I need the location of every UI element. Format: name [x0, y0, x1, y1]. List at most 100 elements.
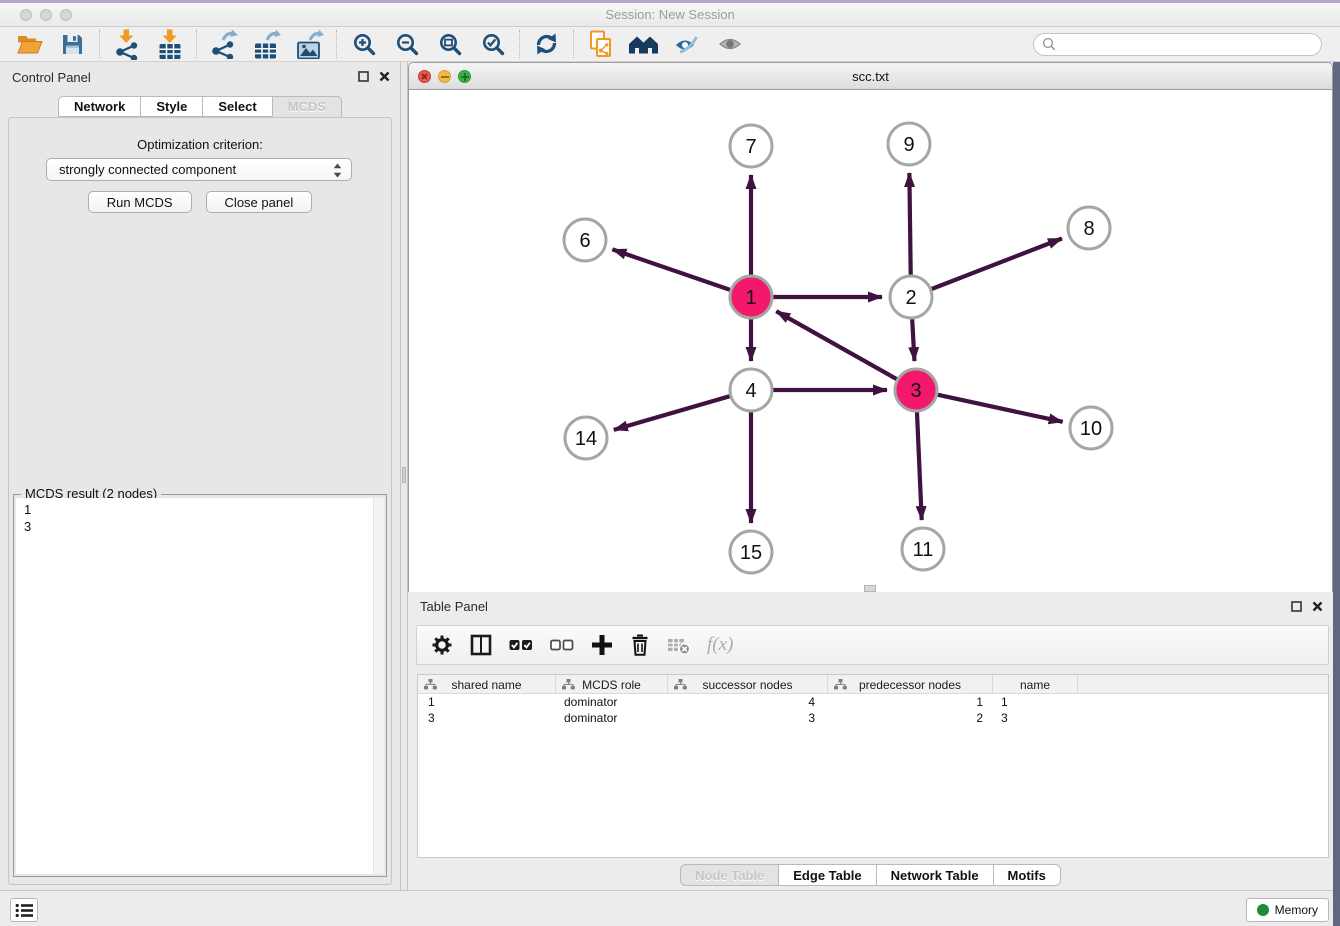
zoom-out-button[interactable] — [385, 28, 428, 60]
node-1[interactable]: 1 — [730, 276, 772, 318]
column-header-predecessor-nodes[interactable]: predecessor nodes — [828, 675, 993, 694]
save-session-button[interactable] — [51, 28, 94, 60]
run-mcds-button[interactable]: Run MCDS — [88, 191, 192, 213]
open-session-button[interactable] — [8, 28, 51, 60]
svg-text:6: 6 — [579, 230, 590, 252]
deselect-all-columns-button[interactable] — [550, 636, 574, 654]
home-button[interactable] — [622, 28, 665, 60]
table-body: 1dominator4113dominator323 — [418, 694, 1328, 726]
column-header-successor-nodes[interactable]: successor nodes — [668, 675, 828, 694]
mcds-result-box: MCDS result (2 nodes) 13 — [13, 494, 387, 877]
svg-text:3: 3 — [910, 380, 921, 402]
toolbar-separator — [573, 30, 574, 58]
table-cell: 3 — [418, 710, 556, 726]
node-6[interactable]: 6 — [564, 219, 606, 261]
zoom-selected-button[interactable] — [471, 28, 514, 60]
refresh-icon — [534, 32, 559, 56]
edge-4-14[interactable] — [614, 395, 733, 430]
show-eye-icon — [718, 35, 742, 53]
table-settings-button[interactable] — [431, 634, 453, 656]
tab-style[interactable]: Style — [140, 96, 203, 117]
table-cell: dominator — [556, 694, 668, 710]
add-column-button[interactable] — [591, 634, 613, 656]
criterion-dropdown[interactable]: strongly connected component — [46, 158, 352, 181]
tab-mcds[interactable]: MCDS — [272, 96, 342, 117]
delete-table-button[interactable] — [667, 635, 690, 655]
node-11[interactable]: 11 — [902, 528, 944, 570]
edge-2-3[interactable] — [912, 316, 914, 361]
zoom-fit-button[interactable] — [428, 28, 471, 60]
tab-edge-table[interactable]: Edge Table — [778, 864, 876, 886]
table-row[interactable]: 3dominator323 — [418, 710, 1328, 726]
column-header-shared-name[interactable]: shared name — [418, 675, 556, 694]
mcds-result-area[interactable]: 13 — [16, 498, 384, 874]
select-all-columns-button[interactable] — [509, 636, 533, 654]
import-network-button[interactable] — [105, 28, 148, 60]
close-panel-icon[interactable] — [379, 71, 390, 82]
edge-3-1[interactable] — [776, 311, 899, 380]
edge-2-9[interactable] — [909, 173, 910, 278]
column-header-name[interactable]: name — [993, 675, 1078, 694]
network-window-title: scc.txt — [409, 69, 1332, 84]
edge-1-6[interactable] — [612, 249, 733, 290]
node-10[interactable]: 10 — [1070, 407, 1112, 449]
toolbar-separator — [336, 30, 337, 58]
panel-splitter[interactable] — [400, 62, 408, 890]
close-panel-button[interactable]: Close panel — [206, 191, 313, 213]
node-4[interactable]: 4 — [730, 369, 772, 411]
edge-3-11[interactable] — [917, 409, 922, 520]
result-scrollbar[interactable] — [373, 498, 384, 874]
tab-node-table[interactable]: Node Table — [680, 864, 779, 886]
tab-motifs[interactable]: Motifs — [993, 864, 1061, 886]
task-history-button[interactable] — [10, 898, 38, 922]
network-window-titlebar[interactable]: scc.txt — [408, 62, 1333, 90]
table-panel-title: Table Panel — [420, 599, 488, 614]
canvas-splitter-handle[interactable] — [864, 585, 876, 592]
edge-3-10[interactable] — [935, 394, 1063, 422]
node-15[interactable]: 15 — [730, 531, 772, 573]
splitter-handle-icon[interactable] — [402, 467, 406, 483]
hide-selected-button[interactable] — [665, 28, 708, 60]
new-network-from-selection-button[interactable] — [579, 28, 622, 60]
node-2[interactable]: 2 — [890, 276, 932, 318]
import-table-icon — [157, 29, 183, 60]
tree-icon — [674, 679, 687, 693]
refresh-button[interactable] — [525, 28, 568, 60]
tree-icon — [834, 679, 847, 693]
search-input[interactable] — [1033, 33, 1322, 56]
tab-network[interactable]: Network — [58, 96, 141, 117]
edge-2-8[interactable] — [929, 238, 1062, 290]
control-panel-tabs: NetworkStyleSelectMCDS — [0, 96, 400, 117]
tab-select[interactable]: Select — [202, 96, 272, 117]
memory-button[interactable]: Memory — [1246, 898, 1329, 922]
network-graph: 7 9 6 8 1 2 4 3 14 10 15 11 — [409, 90, 1332, 592]
zoom-in-icon — [352, 32, 376, 56]
node-9[interactable]: 9 — [888, 123, 930, 165]
node-14[interactable]: 14 — [565, 417, 607, 459]
table-cell: 1 — [828, 694, 993, 710]
function-builder-button[interactable]: f(x) — [707, 634, 733, 656]
show-hidden-button[interactable] — [708, 28, 751, 60]
tab-network-table[interactable]: Network Table — [876, 864, 994, 886]
node-8[interactable]: 8 — [1068, 207, 1110, 249]
column-header-MCDS-role[interactable]: MCDS role — [556, 675, 668, 694]
mcds-panel: Optimization criterion: strongly connect… — [8, 117, 392, 885]
float-panel-icon[interactable] — [1291, 601, 1302, 612]
export-image-button[interactable] — [288, 28, 331, 60]
export-network-button[interactable] — [202, 28, 245, 60]
delete-column-button[interactable] — [630, 634, 650, 656]
network-canvas[interactable]: 7 9 6 8 1 2 4 3 14 10 15 11 — [408, 90, 1333, 592]
import-table-button[interactable] — [148, 28, 191, 60]
show-column-button[interactable] — [470, 634, 492, 656]
float-panel-icon[interactable] — [358, 71, 369, 82]
node-7[interactable]: 7 — [730, 125, 772, 167]
node-3[interactable]: 3 — [895, 369, 937, 411]
control-panel-title: Control Panel — [12, 70, 91, 85]
table-row[interactable]: 1dominator411 — [418, 694, 1328, 710]
export-table-button[interactable] — [245, 28, 288, 60]
desktop-edge-right — [1333, 62, 1340, 926]
table-cell: 3 — [993, 710, 1078, 726]
zoom-in-button[interactable] — [342, 28, 385, 60]
mcds-result-line: 1 — [24, 501, 376, 518]
close-panel-icon[interactable] — [1312, 601, 1323, 612]
